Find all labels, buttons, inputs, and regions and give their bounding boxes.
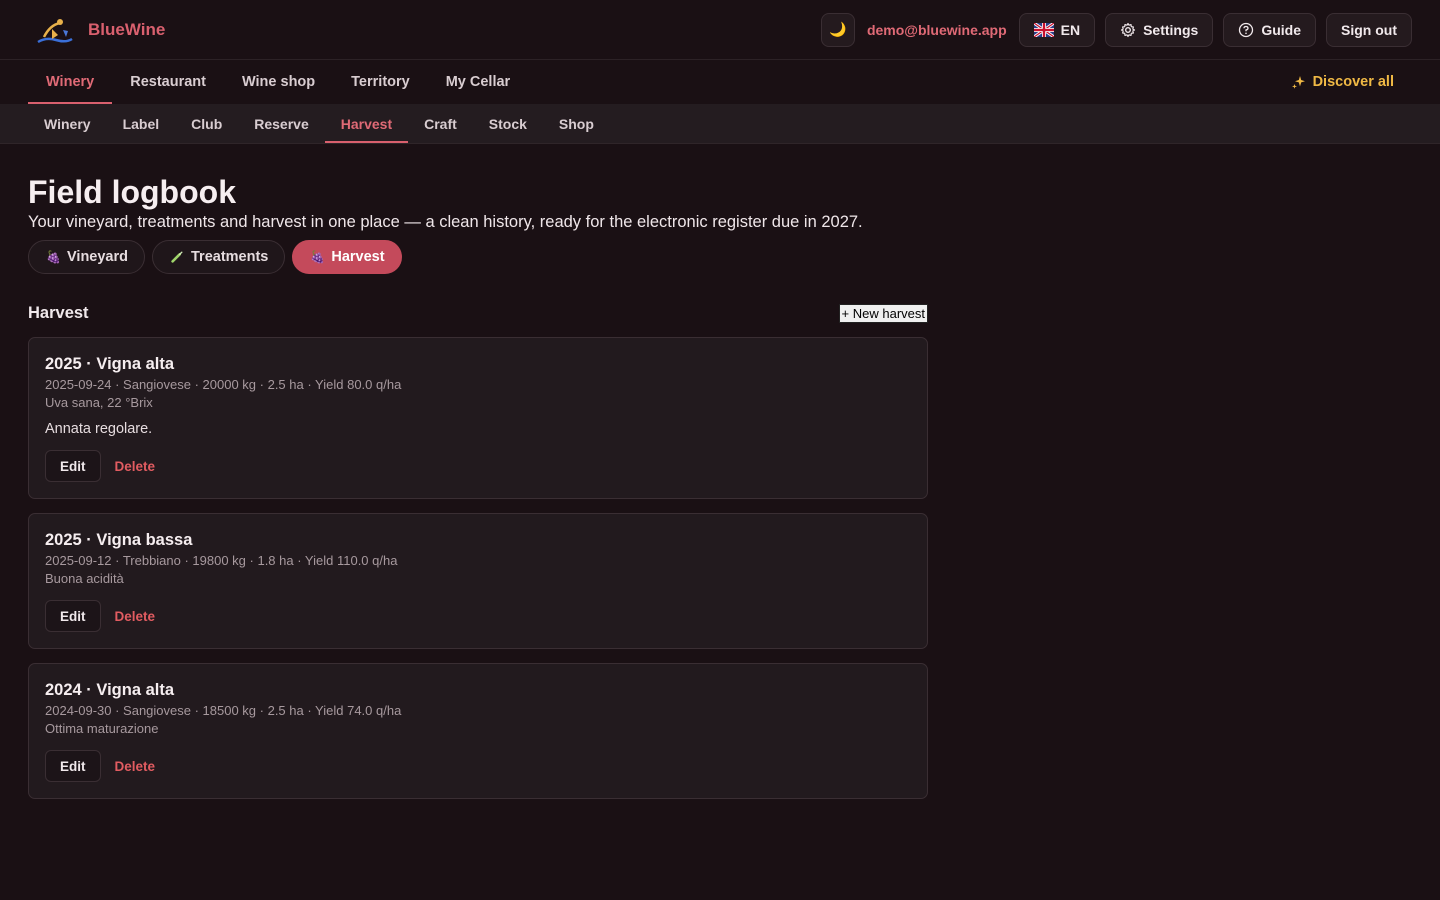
guide-button[interactable]: Guide — [1223, 12, 1316, 47]
harvest-title: 2024 · Vigna alta — [45, 681, 175, 699]
user-email[interactable]: demo@bluewine.app — [867, 22, 1007, 38]
header-actions: 🌙 demo@bluewine.app EN Settings Guide Si… — [820, 12, 1412, 47]
harvest-meta: 2025-09-12 · Trebbiano · 19800 kg · 1.8 … — [45, 553, 398, 568]
main-content: Field logbook Your vineyard, treatments … — [0, 144, 956, 799]
harvest-card: 2025 · Vigna alta 2025-09-24 · Sangioves… — [28, 337, 928, 499]
sub-tab-label: Reserve — [254, 115, 309, 132]
theme-toggle-button[interactable]: 🌙 — [820, 12, 855, 47]
sign-out-button[interactable]: Sign out — [1326, 12, 1412, 47]
sub-tab-harvest[interactable]: Harvest — [324, 104, 409, 143]
grapes-icon: 🍇 — [310, 250, 326, 264]
harvest-actions: Edit Delete — [45, 600, 911, 632]
language-label: EN — [1060, 21, 1081, 38]
settings-button[interactable]: Settings — [1105, 12, 1214, 47]
main-tab-my-cellar[interactable]: My Cellar — [428, 60, 528, 104]
harvest-note: Ottima maturazione — [45, 721, 159, 736]
help-circle-icon — [1239, 22, 1254, 37]
pill-treatments[interactable]: Treatments — [152, 240, 286, 274]
section-title: Harvest — [28, 304, 89, 322]
new-harvest-button[interactable]: + New harvest — [838, 304, 928, 323]
grapes-icon: 🍇 — [46, 250, 61, 264]
harvest-title: 2025 · Vigna bassa — [45, 531, 193, 549]
language-button[interactable]: EN — [1018, 12, 1096, 47]
edit-button[interactable]: Edit — [45, 750, 101, 782]
main-tab-restaurant[interactable]: Restaurant — [112, 60, 224, 104]
sparkles-icon — [1291, 76, 1305, 89]
sub-tab-stock[interactable]: Stock — [473, 104, 543, 143]
main-nav-tabs: Winery Restaurant Wine shop Territory My… — [28, 60, 528, 104]
main-tab-label: My Cellar — [445, 74, 511, 90]
sub-tab-label: Club — [191, 115, 223, 132]
pill-label: Treatments — [191, 249, 269, 265]
sub-tab-label[interactable]: Label — [107, 104, 176, 143]
main-tab-label: Territory — [351, 74, 410, 90]
discover-label: Discover all — [1312, 74, 1394, 90]
sub-tab-reserve[interactable]: Reserve — [238, 104, 325, 143]
main-tab-winery[interactable]: Winery — [28, 60, 113, 104]
logbook-tabs: 🍇 Vineyard Treatments 🍇 Harvest — [28, 240, 928, 274]
pill-harvest[interactable]: 🍇 Harvest — [292, 240, 402, 274]
edit-button[interactable]: Edit — [45, 600, 101, 632]
sub-tab-shop[interactable]: Shop — [543, 104, 610, 143]
harvest-note: Uva sana, 22 °Brix — [45, 395, 153, 410]
harvest-card: 2025 · Vigna bassa 2025-09-12 · Trebbian… — [28, 513, 928, 649]
discover-all-link[interactable]: Discover all — [1291, 60, 1412, 104]
delete-button[interactable]: Delete — [115, 609, 156, 624]
settings-label: Settings — [1143, 21, 1199, 38]
delete-button[interactable]: Delete — [115, 759, 156, 774]
pill-vineyard[interactable]: 🍇 Vineyard — [28, 240, 145, 274]
gear-icon — [1120, 22, 1136, 37]
top-header: BlueWine 🌙 demo@bluewine.app EN Settings… — [0, 0, 1440, 60]
sub-tab-craft[interactable]: Craft — [408, 104, 473, 143]
guide-label: Guide — [1261, 21, 1301, 38]
edit-button[interactable]: Edit — [45, 450, 101, 482]
main-tab-label: Wine shop — [241, 74, 316, 90]
page-subtitle: Your vineyard, treatments and harvest in… — [28, 213, 863, 231]
harvest-actions: Edit Delete — [45, 450, 911, 482]
pill-label: Harvest — [331, 249, 385, 265]
harvest-meta: 2024-09-30 · Sangiovese · 18500 kg · 2.5… — [45, 703, 402, 718]
harvest-description: Annata regolare. — [45, 421, 153, 437]
sub-nav: Winery Label Club Reserve Harvest Craft … — [0, 104, 1440, 144]
sub-tab-label: Shop — [558, 115, 594, 132]
brand-name: BlueWine — [88, 19, 166, 39]
sub-tab-label: Winery — [44, 115, 91, 132]
delete-button[interactable]: Delete — [115, 459, 156, 474]
sign-out-label: Sign out — [1341, 21, 1397, 38]
harvest-section-header: Harvest + New harvest — [28, 304, 928, 323]
harvest-note: Buona acidità — [45, 571, 124, 586]
main-tab-label: Restaurant — [130, 74, 206, 90]
sub-tab-winery[interactable]: Winery — [28, 104, 107, 143]
sub-tab-label: Harvest — [340, 115, 393, 132]
harvest-card: 2024 · Vigna alta 2024-09-30 · Sangioves… — [28, 663, 928, 799]
pill-label: Vineyard — [67, 249, 128, 265]
main-tab-label: Winery — [46, 74, 95, 90]
main-tab-wine-shop[interactable]: Wine shop — [224, 60, 333, 104]
main-nav: Winery Restaurant Wine shop Territory My… — [0, 60, 1440, 104]
sub-tab-label: Craft — [424, 115, 457, 132]
main-tab-territory[interactable]: Territory — [333, 60, 428, 104]
page-title: Field logbook — [28, 174, 236, 210]
sub-tab-club[interactable]: Club — [175, 104, 238, 143]
brand[interactable]: BlueWine — [36, 15, 165, 45]
harvest-actions: Edit Delete — [45, 750, 911, 782]
harvest-meta: 2025-09-24 · Sangiovese · 20000 kg · 2.5… — [45, 377, 402, 392]
bluewine-logo-icon — [37, 18, 73, 43]
sub-tab-label: Label — [122, 115, 160, 132]
uk-flag-icon — [1033, 22, 1054, 37]
syringe-icon — [170, 250, 184, 264]
sub-tab-label: Stock — [488, 115, 527, 132]
moon-icon: 🌙 — [829, 21, 847, 37]
harvest-title: 2025 · Vigna alta — [45, 355, 175, 373]
